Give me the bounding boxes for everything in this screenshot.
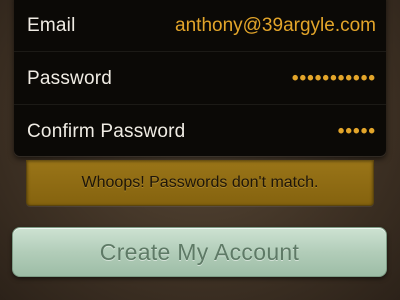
password-field[interactable]: Password ••••••••••• xyxy=(14,52,386,104)
error-banner: Whoops! Passwords don't match. xyxy=(26,160,374,206)
error-message: Whoops! Passwords don't match. xyxy=(81,173,319,191)
email-label: Email xyxy=(27,15,76,36)
create-account-label: Create My Account xyxy=(99,238,300,265)
email-field[interactable]: Email anthony@39argyle.com xyxy=(14,0,386,51)
confirm-password-field[interactable]: Confirm Password ••••• xyxy=(14,105,386,156)
create-account-button[interactable]: Create My Account xyxy=(12,227,387,277)
password-label: Password xyxy=(27,68,113,89)
email-value[interactable]: anthony@39argyle.com xyxy=(175,15,376,37)
confirm-password-value[interactable]: ••••• xyxy=(338,121,376,143)
password-value[interactable]: ••••••••••• xyxy=(292,68,376,90)
confirm-password-label: Confirm Password xyxy=(27,121,186,142)
signup-form: Email anthony@39argyle.com Password ••••… xyxy=(14,0,386,156)
